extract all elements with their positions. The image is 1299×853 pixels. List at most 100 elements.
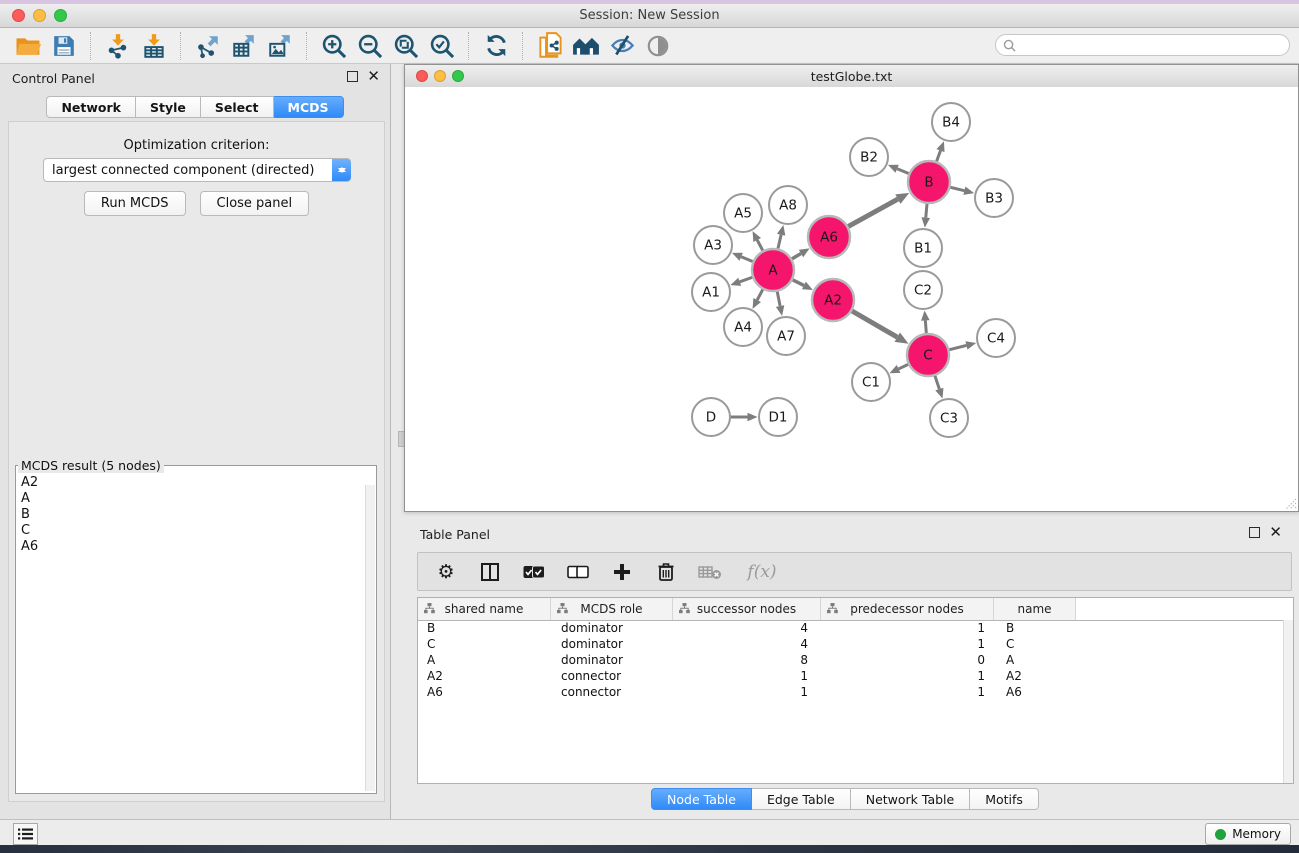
tab-style[interactable]: Style bbox=[136, 96, 201, 118]
run-mcds-button[interactable]: Run MCDS bbox=[84, 191, 186, 216]
hide-panels-button[interactable] bbox=[604, 31, 640, 61]
graph-node-B3[interactable] bbox=[975, 179, 1013, 217]
save-session-button[interactable] bbox=[46, 31, 82, 61]
graph-node-C[interactable] bbox=[907, 334, 949, 376]
table-row[interactable]: Bdominator41B bbox=[418, 620, 1283, 636]
result-item[interactable]: A bbox=[18, 491, 364, 507]
zoom-selected-button[interactable] bbox=[424, 31, 460, 61]
tab-select[interactable]: Select bbox=[201, 96, 274, 118]
graph-node-A3[interactable] bbox=[694, 226, 732, 264]
network-canvas[interactable]: B4B2BB3A8A5A6A3B1AC2A1A2A4A7C4CC1DD1C3 bbox=[405, 87, 1298, 511]
float-panel-icon[interactable] bbox=[347, 71, 358, 82]
result-item[interactable]: A2 bbox=[18, 475, 364, 491]
delete-column-button[interactable] bbox=[654, 560, 678, 584]
graph-node-B2[interactable] bbox=[850, 138, 888, 176]
graph-edge-A-A2[interactable] bbox=[792, 279, 804, 285]
refresh-button[interactable] bbox=[478, 31, 514, 61]
column-header[interactable]: name bbox=[994, 598, 1076, 620]
tab-edge-table[interactable]: Edge Table bbox=[752, 788, 851, 810]
zoom-in-button[interactable] bbox=[316, 31, 352, 61]
result-item[interactable]: B bbox=[18, 507, 364, 523]
graph-node-B4[interactable] bbox=[932, 103, 970, 141]
result-item[interactable]: A6 bbox=[18, 539, 364, 555]
open-session-button[interactable] bbox=[10, 31, 46, 61]
graph-edge-A-A5[interactable] bbox=[757, 240, 763, 251]
graph-node-A8[interactable] bbox=[769, 186, 807, 224]
result-scrollbar[interactable] bbox=[365, 485, 375, 791]
graph-edge-C-C2[interactable] bbox=[925, 320, 926, 334]
tab-node-table[interactable]: Node Table bbox=[651, 788, 752, 810]
export-network-button[interactable] bbox=[190, 31, 226, 61]
graph-node-A1[interactable] bbox=[692, 273, 730, 311]
graph-edge-A-A6[interactable] bbox=[791, 254, 801, 260]
graph-node-A7[interactable] bbox=[767, 317, 805, 355]
graph-node-C4[interactable] bbox=[977, 319, 1015, 357]
tab-network-table[interactable]: Network Table bbox=[851, 788, 971, 810]
memory-button[interactable]: Memory bbox=[1205, 823, 1291, 845]
table-row[interactable]: Cdominator41C bbox=[418, 636, 1283, 652]
show-panels-button[interactable] bbox=[640, 31, 676, 61]
table-row[interactable]: A6connector11A6 bbox=[418, 684, 1283, 700]
mcds-result-list[interactable]: A2ABCA6 bbox=[18, 475, 364, 791]
tab-motifs[interactable]: Motifs bbox=[970, 788, 1039, 810]
graph-node-C3[interactable] bbox=[930, 399, 968, 437]
resize-grip-icon[interactable] bbox=[1283, 496, 1297, 510]
network-from-file-button[interactable] bbox=[532, 31, 568, 61]
zoom-out-button[interactable] bbox=[352, 31, 388, 61]
export-table-button[interactable] bbox=[226, 31, 262, 61]
graph-node-D[interactable] bbox=[692, 398, 730, 436]
graph-edge-A-A4[interactable] bbox=[757, 289, 763, 300]
graph-edge-C-C3[interactable] bbox=[935, 375, 940, 389]
column-header[interactable]: shared name bbox=[418, 598, 551, 620]
float-table-panel-icon[interactable] bbox=[1249, 527, 1260, 538]
delete-table-button[interactable] bbox=[698, 560, 722, 584]
table-settings-button[interactable]: ⚙ bbox=[434, 560, 458, 584]
graph-edge-B-B4[interactable] bbox=[936, 151, 940, 163]
home-button[interactable] bbox=[568, 31, 604, 61]
graph-node-A4[interactable] bbox=[724, 308, 762, 346]
tab-mcds[interactable]: MCDS bbox=[274, 96, 344, 118]
zoom-fit-button[interactable] bbox=[388, 31, 424, 61]
table-scrollbar[interactable] bbox=[1283, 620, 1293, 783]
export-image-button[interactable] bbox=[262, 31, 298, 61]
graph-node-D1[interactable] bbox=[759, 398, 797, 436]
search-field[interactable] bbox=[995, 34, 1290, 56]
graph-node-C1[interactable] bbox=[852, 363, 890, 401]
result-item[interactable]: C bbox=[18, 523, 364, 539]
graph-node-B1[interactable] bbox=[904, 229, 942, 267]
search-input[interactable] bbox=[1020, 35, 1289, 55]
graph-node-C2[interactable] bbox=[904, 271, 942, 309]
import-network-button[interactable] bbox=[100, 31, 136, 61]
tab-network[interactable]: Network bbox=[46, 96, 136, 118]
graph-edge-A-A1[interactable] bbox=[740, 277, 753, 282]
graph-edge-A6-B[interactable] bbox=[847, 199, 897, 227]
function-builder-button[interactable]: f(x) bbox=[742, 560, 782, 584]
task-history-button[interactable] bbox=[13, 823, 38, 845]
graph-node-B[interactable] bbox=[908, 161, 950, 203]
close-panel-button[interactable]: Close panel bbox=[200, 191, 310, 216]
graph-edge-C-C1[interactable] bbox=[899, 364, 909, 369]
graph-edge-B-B2[interactable] bbox=[897, 169, 909, 174]
graph-edge-A-A8[interactable] bbox=[778, 235, 781, 250]
column-header[interactable]: predecessor nodes bbox=[821, 598, 994, 620]
table-row[interactable]: A2connector11A2 bbox=[418, 668, 1283, 684]
close-panel-icon[interactable]: ✕ bbox=[367, 71, 380, 82]
column-header[interactable]: MCDS role bbox=[551, 598, 673, 620]
close-table-panel-icon[interactable]: ✕ bbox=[1269, 527, 1282, 538]
graph-node-A[interactable] bbox=[752, 249, 794, 291]
deselect-all-button[interactable] bbox=[566, 560, 590, 584]
table-row[interactable]: Adominator80A bbox=[418, 652, 1283, 668]
import-table-button[interactable] bbox=[136, 31, 172, 61]
select-all-button[interactable] bbox=[522, 560, 546, 584]
show-columns-button[interactable] bbox=[478, 560, 502, 584]
graph-edge-A-A7[interactable] bbox=[777, 291, 780, 306]
graph-node-A2[interactable] bbox=[812, 279, 854, 321]
graph-edge-B-B3[interactable] bbox=[949, 187, 964, 191]
graph-edge-B-B1[interactable] bbox=[926, 203, 927, 218]
optimization-criterion-select[interactable]: largest connected component (directed) bbox=[43, 158, 351, 182]
column-header[interactable]: successor nodes bbox=[673, 598, 821, 620]
graph-edge-A-A3[interactable] bbox=[741, 257, 753, 262]
add-column-button[interactable] bbox=[610, 560, 634, 584]
network-window-titlebar[interactable]: testGlobe.txt bbox=[405, 65, 1298, 88]
graph-edge-A2-C[interactable] bbox=[851, 311, 897, 338]
